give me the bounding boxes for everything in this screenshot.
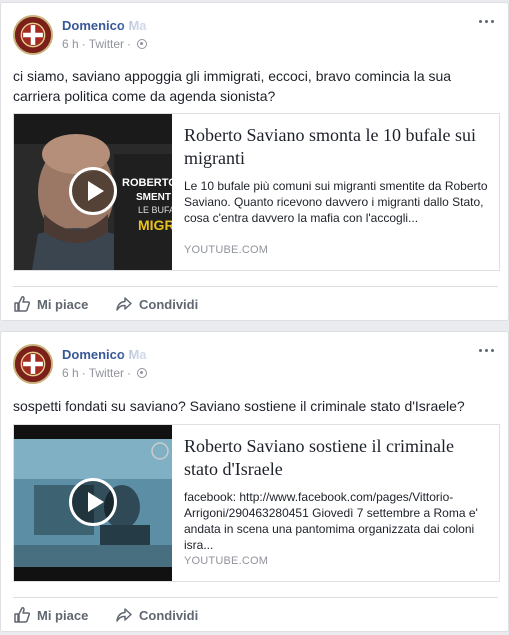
link-text-block: Roberto Saviano smonta le 10 bufale sui … bbox=[184, 124, 489, 226]
author-name-redaction bbox=[125, 344, 245, 364]
globe-icon[interactable] bbox=[137, 368, 148, 378]
post-meta: 6 h · Twitter · bbox=[62, 366, 148, 380]
post-source[interactable]: Twitter bbox=[89, 37, 124, 51]
link-description: Le 10 bufale più comuni sui migranti sme… bbox=[184, 179, 488, 225]
feed-post: Domenico Ma 6 h · Twitter · ci siamo, savia… bbox=[0, 2, 509, 321]
link-text-block: Roberto Saviano sostiene il criminale st… bbox=[184, 435, 489, 553]
video-thumbnail[interactable] bbox=[14, 425, 172, 581]
play-icon[interactable] bbox=[69, 478, 117, 526]
post-header: Domenico Ma 6 h · Twitter · bbox=[13, 344, 498, 386]
post-time[interactable]: 6 h bbox=[62, 366, 79, 380]
crest-cross-icon bbox=[15, 346, 51, 382]
crest-cross-icon bbox=[15, 17, 51, 53]
link-domain: YOUTUBE.COM bbox=[184, 555, 269, 567]
post-actions: Mi piace Condividi bbox=[13, 286, 498, 318]
share-label: Condividi bbox=[139, 297, 199, 312]
share-label: Condividi bbox=[139, 608, 199, 623]
post-meta: 6 h · Twitter · bbox=[62, 37, 148, 51]
meta-separator: · bbox=[127, 366, 132, 380]
globe-icon[interactable] bbox=[137, 39, 148, 49]
link-preview-card[interactable]: Roberto Saviano sostiene il criminale st… bbox=[13, 424, 500, 582]
link-description: facebook: http://www.facebook.com/pages/… bbox=[184, 490, 478, 552]
like-button[interactable]: Mi piace bbox=[13, 295, 88, 315]
feed-post: Domenico Ma 6 h · Twitter · sospetti fondat… bbox=[0, 331, 509, 632]
post-actions: Mi piace Condividi bbox=[13, 597, 498, 629]
more-dots-icon[interactable] bbox=[476, 344, 498, 358]
post-text: ci siamo, saviano appoggia gli immigrati… bbox=[13, 68, 452, 104]
author-name-redaction bbox=[125, 15, 245, 35]
post-text: sospetti fondati su saviano? Saviano sos… bbox=[13, 398, 465, 414]
thumbs-up-icon bbox=[14, 296, 31, 312]
share-arrow-icon bbox=[116, 297, 132, 311]
share-arrow-icon bbox=[116, 608, 132, 622]
video-thumbnail[interactable]: ROBERTO S SMENT LE BUFAL MIGRA bbox=[14, 114, 172, 270]
like-button[interactable]: Mi piace bbox=[13, 606, 88, 626]
like-label: Mi piace bbox=[37, 608, 89, 623]
more-dots-icon[interactable] bbox=[476, 15, 498, 29]
link-title[interactable]: Roberto Saviano sostiene il criminale st… bbox=[184, 435, 489, 481]
thumb-caption-4: MIGRA bbox=[138, 217, 172, 233]
author-avatar[interactable] bbox=[13, 15, 53, 55]
meta-separator: · bbox=[127, 37, 132, 51]
like-label: Mi piace bbox=[37, 297, 89, 312]
thumb-caption-1: ROBERTO S bbox=[122, 177, 172, 189]
thumb-caption-3: LE BUFAL bbox=[138, 205, 172, 215]
thumb-caption-2: SMENT bbox=[136, 192, 171, 203]
link-domain: YOUTUBE.COM bbox=[184, 244, 269, 256]
meta-separator: · bbox=[81, 366, 86, 380]
author-avatar[interactable] bbox=[13, 344, 53, 384]
post-header: Domenico Ma 6 h · Twitter · bbox=[13, 15, 498, 57]
thumbs-up-icon bbox=[14, 607, 31, 623]
meta-separator: · bbox=[81, 37, 86, 51]
share-button[interactable]: Condividi bbox=[115, 606, 198, 626]
share-button[interactable]: Condividi bbox=[115, 295, 198, 315]
post-source[interactable]: Twitter bbox=[89, 366, 124, 380]
link-title[interactable]: Roberto Saviano smonta le 10 bufale sui … bbox=[184, 124, 489, 170]
play-icon[interactable] bbox=[69, 167, 117, 215]
link-preview-card[interactable]: ROBERTO S SMENT LE BUFAL MIGRA Roberto S… bbox=[13, 113, 500, 271]
post-time[interactable]: 6 h bbox=[62, 37, 79, 51]
